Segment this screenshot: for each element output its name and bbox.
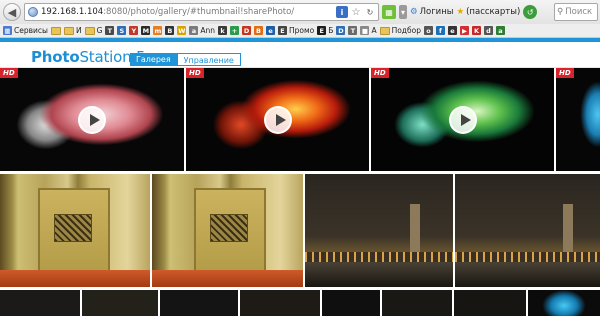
site-icon[interactable]: S [117,26,127,35]
rooftop [305,262,453,287]
site-icon[interactable]: k [218,26,228,35]
play-icon[interactable] [78,105,106,134]
folder-icon [379,26,390,35]
site-icon[interactable]: e [447,26,457,35]
site-icon[interactable]: D [242,26,252,35]
photo-thumbnail[interactable] [0,290,80,316]
back-button[interactable]: ◀ [3,3,21,21]
bookmarks-bar: ▦ Сервисы И G Т S Y M m B W a Ann k + D … [0,24,600,38]
video-thumbnail[interactable]: HD [556,68,600,171]
promo-icon: E [278,26,288,35]
door-grille [54,214,92,242]
photo-thumbnail[interactable] [382,290,452,316]
photo-thumbnail[interactable] [528,290,600,316]
hd-badge: HD [0,68,18,78]
apps-icon: ▦ [3,26,12,35]
site-icon[interactable]: m [153,26,163,35]
city-lights [305,252,453,262]
logins-button[interactable]: ⚙ Логины [410,7,453,17]
site-icon[interactable]: ▶ [459,26,469,35]
rooftop [455,262,600,287]
site-icon[interactable]: d [483,26,493,35]
photo-thumbnail[interactable] [82,290,158,316]
url-path: :8080/photo/gallery/#thumbnail!sharePhot… [103,7,295,17]
site-icon[interactable]: a [495,26,505,35]
floor [152,270,303,287]
photo-thumbnail[interactable] [152,174,303,287]
bookmark-icon: ■ [360,26,370,35]
address-bar[interactable]: 192.168.1.104:8080/photo/gallery/#thumbn… [24,3,379,21]
site-icon[interactable]: M [141,26,151,35]
key-icon: ⚙ [410,7,418,17]
star-icon: ★ [456,7,465,17]
bookmark-icon: E [317,26,327,35]
dropdown-icon[interactable]: ▾ [399,5,407,19]
url-actions: i ☆ ↻ [336,6,376,18]
reload-icon[interactable]: ↻ [364,6,376,18]
bookmark-i[interactable]: И [63,26,82,35]
site-icon[interactable]: W [177,26,187,35]
folder-icon[interactable] [50,26,61,35]
photo-thumbnail[interactable] [240,290,320,316]
photo-thumbnail[interactable] [455,174,600,287]
bookmark-b[interactable]: E Б [317,26,333,35]
video-thumbnail[interactable]: HD [186,68,369,171]
site-icon[interactable]: B [254,26,264,35]
globe-icon [28,7,38,17]
back-arrow-icon: ◀ [7,5,17,19]
tab-management[interactable]: Управление [176,53,241,66]
site-icon[interactable]: + [230,26,240,35]
photo-thumbnail[interactable] [0,174,150,287]
video-thumbnail[interactable]: HD [371,68,554,171]
photo-thumbnail[interactable] [454,290,526,316]
app-header: PhotoStation 5 Галерея Управление [0,42,600,68]
site-icon: a [189,26,199,35]
bookmark-ann[interactable]: a Ann [189,26,215,35]
photo-thumbnail[interactable] [160,290,238,316]
folder-icon [63,26,74,35]
bookmark-services[interactable]: ▦ Сервисы [3,26,48,35]
folder-icon [84,26,95,35]
passcards-button[interactable]: ★ (пасскарты) [456,7,520,17]
info-icon[interactable]: i [336,6,348,18]
bookmark-promo[interactable]: E Промо [278,26,314,35]
hd-badge: HD [186,68,204,78]
site-icon[interactable]: o [423,26,433,35]
bookmark-star-icon[interactable]: ☆ [350,6,362,18]
photo-gallery: HD HD HD HD [0,68,600,316]
video-thumbnail[interactable]: HD [0,68,184,171]
photo-thumbnail[interactable] [322,290,380,316]
site-icon[interactable]: K [471,26,481,35]
site-icon[interactable]: Т [105,26,115,35]
site-icon[interactable]: Y [129,26,139,35]
extension-icon[interactable]: ▦ [382,5,396,19]
search-icon: ⚲ [557,7,564,17]
photo-thumbnail[interactable] [305,174,453,287]
site-icon[interactable]: e [266,26,276,35]
site-icon[interactable]: f [435,26,445,35]
bookmark-g[interactable]: G [84,26,102,35]
door-grille [210,214,248,242]
play-icon[interactable] [448,105,477,134]
app-tabs: Галерея Управление [130,53,241,66]
site-icon[interactable]: D [336,26,346,35]
tab-gallery[interactable]: Галерея [130,53,177,66]
bookmark-a[interactable]: ■ А [360,26,377,35]
floor [0,270,150,287]
url-host: 192.168.1.104 [41,7,104,17]
app-logo[interactable]: PhotoStation 5 [31,48,146,66]
browser-navbar: ◀ 192.168.1.104:8080/photo/gallery/#thum… [0,0,600,24]
search-input[interactable]: ⚲ Поиск [554,3,598,21]
city-lights [455,252,600,262]
bookmark-podbor[interactable]: Подбор [379,26,421,35]
sync-icon[interactable]: ↺ [523,5,538,19]
play-icon[interactable] [263,105,292,134]
hd-badge: HD [556,68,574,78]
site-icon[interactable]: B [165,26,175,35]
site-icon[interactable]: T [348,26,358,35]
hd-badge: HD [371,68,389,78]
